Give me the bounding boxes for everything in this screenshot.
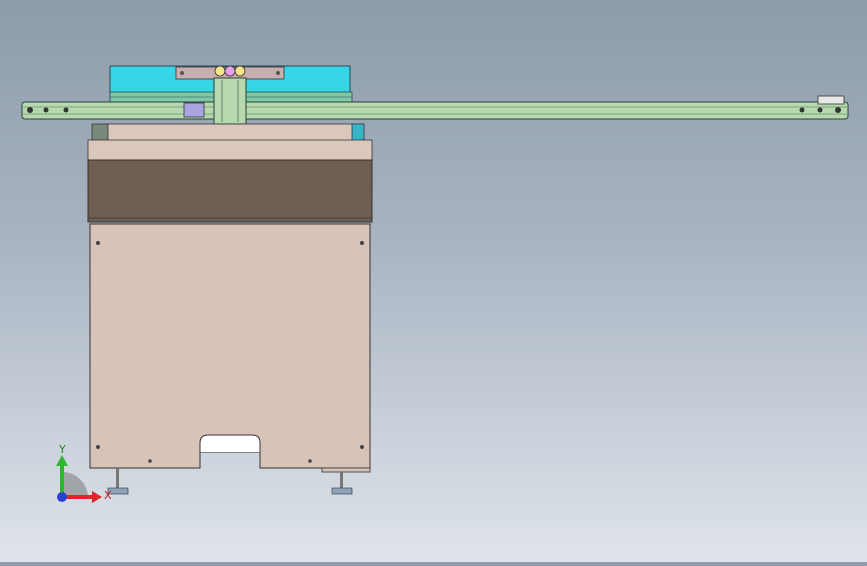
top-bracket[interactable] [175,65,285,80]
z-axis-dot [57,492,67,502]
leveling-foot-right[interactable] [331,472,353,495]
dark-band[interactable] [87,159,373,223]
assembly-drawing[interactable]: Y X [0,0,867,562]
x-axis-label: X [104,489,112,502]
top-plate[interactable] [87,123,373,161]
cabinet-panel[interactable] [89,223,371,473]
cad-viewport[interactable]: Y X [0,0,867,562]
y-axis-label: Y [58,443,66,456]
